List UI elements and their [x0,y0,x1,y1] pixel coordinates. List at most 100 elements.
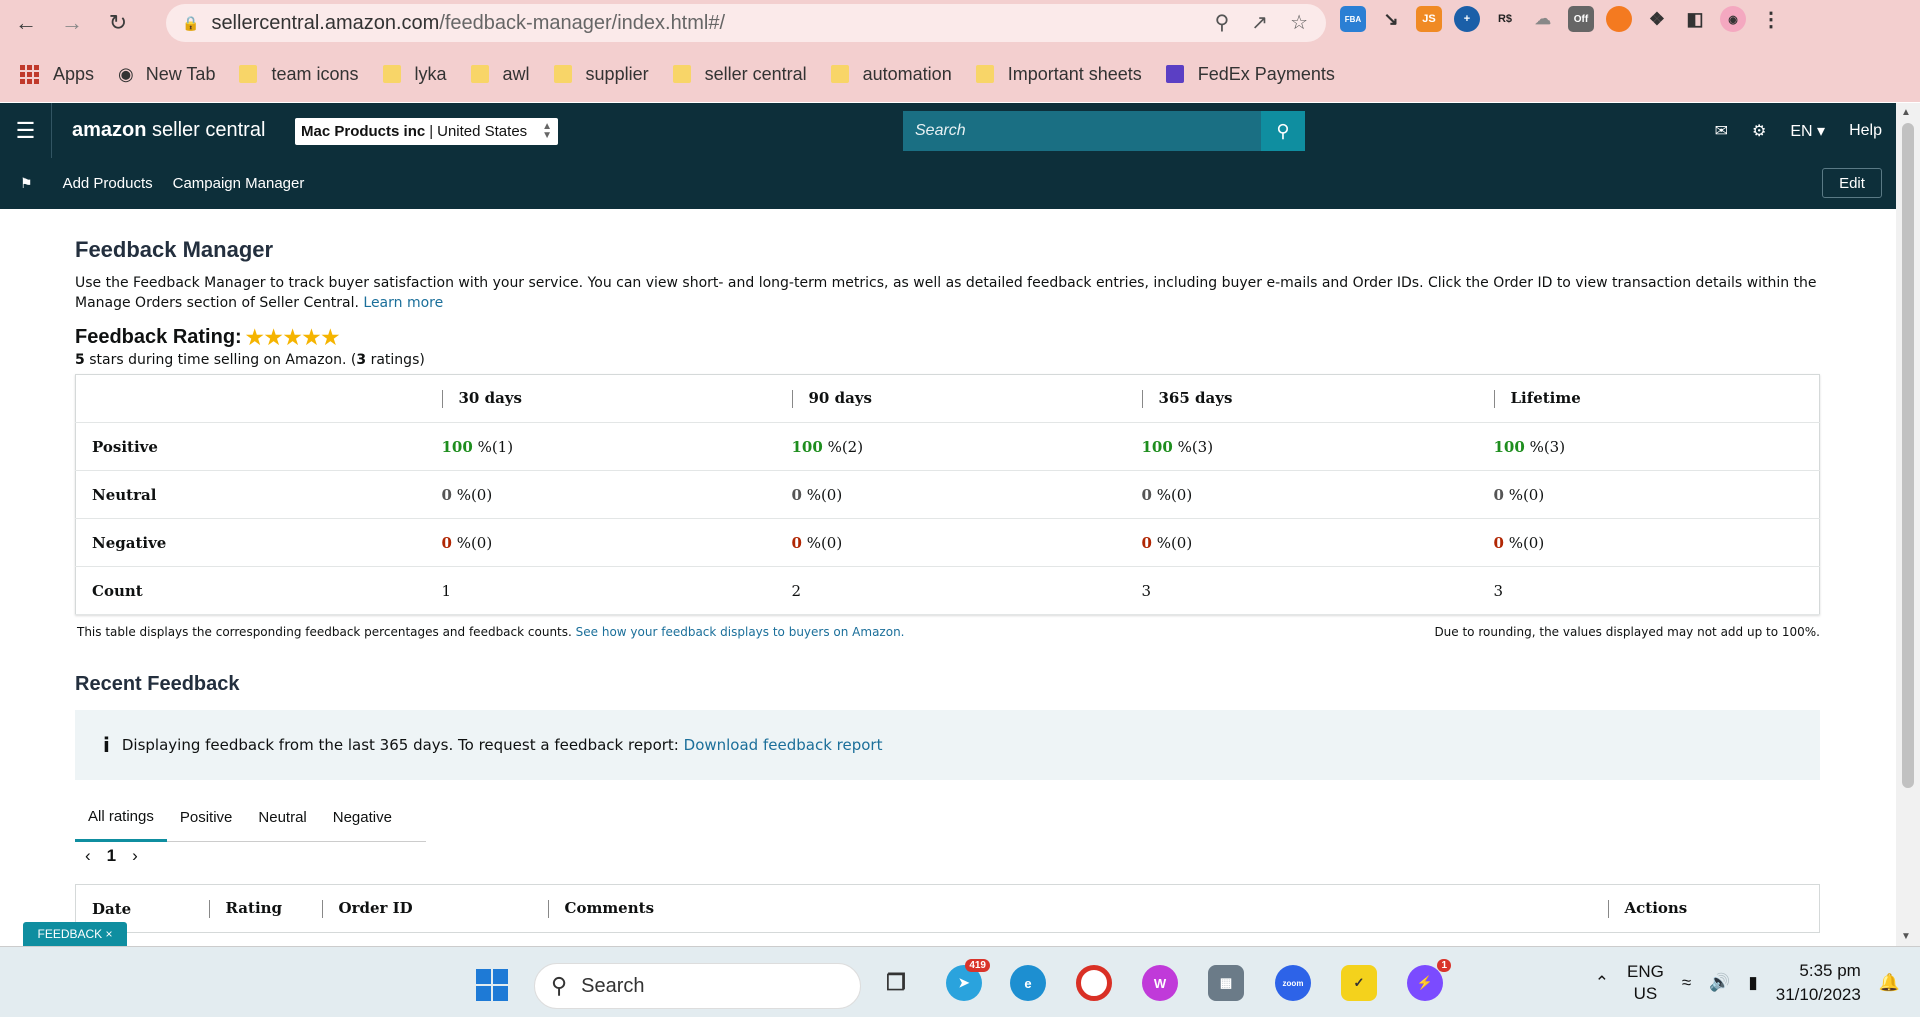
zoom-icon[interactable]: zoom [1275,965,1311,1001]
shortcut-campaign-manager[interactable]: Campaign Manager [173,175,305,192]
bookmark-folder[interactable]: supplier [553,64,649,85]
messenger-icon[interactable]: ⚡ 1 [1407,959,1451,1001]
rs-extension-icon[interactable]: R$ [1492,6,1518,32]
scrollbar-thumb[interactable] [1902,123,1914,788]
page-number[interactable]: 1 [107,846,116,866]
taskbar-search[interactable]: ⚲ Search [534,963,861,1009]
folder-icon [382,65,401,83]
feedback-rating: Feedback Rating: ★★★★★ [75,326,341,349]
bookmark-star-icon[interactable]: ☆ [1290,10,1308,35]
edit-shortcuts-button[interactable]: Edit [1822,168,1882,198]
zoom-icon[interactable]: ⚲ [1215,10,1230,35]
battery-icon[interactable]: ▮ [1748,973,1757,993]
chevron-left-icon[interactable]: ‹ [85,846,91,866]
cursor-extension-icon[interactable]: ↘ [1378,6,1404,32]
browser-menu-icon[interactable]: ⋮ [1758,6,1784,32]
gear-icon[interactable]: ⚙ [1752,121,1766,141]
search-bar[interactable]: Search ⚲ [903,111,1305,151]
table-row: Positive 100 %(1) 100 %(2) 100 %(3) 100 … [75,422,1820,471]
shortcut-bar: ⚑ Add Products Campaign Manager Edit [0,158,1896,209]
task-view-icon[interactable]: ❐ [878,965,914,1001]
tab-neutral[interactable]: Neutral [245,794,319,842]
search-icon[interactable]: ⚲ [1261,111,1305,151]
windows-start-icon[interactable] [476,969,508,1001]
bookmark-folder[interactable]: lyka [382,64,447,85]
calculator-icon[interactable]: ▦ [1208,965,1244,1001]
volume-icon[interactable]: 🔊 [1709,973,1730,993]
page-title: Feedback Manager [75,237,274,262]
bookmark-folder[interactable]: automation [830,64,952,85]
chevron-up-icon[interactable]: ⌃ [1595,973,1609,993]
folder-icon [470,65,489,83]
bookmark-folder[interactable]: Important sheets [975,64,1142,85]
wifi-icon[interactable]: ≈ [1682,973,1691,993]
rating-summary: 5 stars during time selling on Amazon. (… [75,352,425,368]
side-panel-icon[interactable]: ◧ [1682,6,1708,32]
bookmark-fedex[interactable]: FedEx Payments [1165,64,1335,85]
orange-extension-icon[interactable] [1606,6,1632,32]
feedback-summary-table: 30 days 90 days 365 days Lifetime Positi… [75,374,1820,615]
edge-icon[interactable]: e [1010,965,1046,1001]
forward-icon[interactable]: → [52,3,92,43]
language-selector[interactable]: EN ▾ [1790,121,1825,141]
help-link[interactable]: Help [1849,122,1882,140]
bookmark-folder[interactable]: seller central [672,64,807,85]
tab-negative[interactable]: Negative [320,794,405,842]
feedback-display-link[interactable]: See how your feedback displays to buyers… [576,625,905,639]
system-clock[interactable]: 5:35 pm 31/10/2023 [1776,959,1861,1007]
folder-icon [830,65,849,83]
off-extension-icon[interactable]: Off [1568,6,1594,32]
tab-positive[interactable]: Positive [167,794,246,842]
info-icon: i [103,733,110,757]
search-input[interactable]: Search [915,122,1261,140]
bookmark-new-tab[interactable]: ◉ New Tab [118,64,215,85]
page-scrollbar[interactable]: ▲ ▼ [1896,103,1920,946]
js-extension-icon[interactable]: JS [1416,6,1442,32]
table-row: Neutral 0 %(0) 0 %(0) 0 %(0) 0 %(0) [75,470,1820,519]
chevron-right-icon[interactable]: › [132,846,138,866]
seller-central-header: ☰ amazon seller central Mac Products inc… [0,103,1896,158]
scroll-up-icon[interactable]: ▲ [1901,107,1911,118]
download-report-link[interactable]: Download feedback report [684,736,883,754]
chrome-icon[interactable] [1076,965,1112,1001]
scroll-down-icon[interactable]: ▼ [1901,931,1911,942]
shortcut-add-products[interactable]: Add Products [63,175,153,192]
apps-grid-icon [20,64,39,84]
bookmarks-bar: Apps ◉ New Tab team icons lyka awl suppli… [0,46,1920,102]
bookmark-apps[interactable]: Apps [20,64,94,85]
search-icon: ⚲ [551,973,568,998]
recent-feedback-table: Date Rating Order ID Comments Actions [75,884,1820,933]
sticky-notes-icon[interactable]: ✓ [1341,965,1377,1001]
globe-icon: ◉ [118,63,134,84]
hamburger-menu-icon[interactable]: ☰ [0,103,52,158]
learn-more-link[interactable]: Learn more [363,295,443,311]
table-header-row: Date Rating Order ID Comments Actions [92,899,1688,918]
fba-extension-icon[interactable]: FBA [1340,6,1366,32]
telegram-icon[interactable]: ➤ 419 [946,959,990,1001]
account-switcher[interactable]: Mac Products inc | United States ▲ ▼ [295,118,558,145]
tab-all-ratings[interactable]: All ratings [75,794,167,842]
feedback-widget-button[interactable]: FEEDBACK × [23,922,127,946]
bookmark-folder[interactable]: team icons [239,64,359,85]
seller-central-logo[interactable]: amazon seller central [72,119,265,142]
profile-avatar[interactable]: ◉ [1720,6,1746,32]
bookmark-folder[interactable]: awl [470,64,530,85]
lock-icon: 🔒 [182,14,200,31]
table-row: Negative 0 %(0) 0 %(0) 0 %(0) 0 %(0) [75,518,1820,567]
mail-icon[interactable]: ✉ [1715,121,1728,141]
cloud-extension-icon[interactable]: ☁ [1530,6,1556,32]
wps-icon[interactable]: W [1142,965,1178,1001]
plus-extension-icon[interactable]: + [1454,6,1480,32]
extensions-puzzle-icon[interactable]: ❖ [1644,6,1670,32]
bookmark-icon[interactable]: ⚑ [20,175,33,192]
rating-tabs: All ratings Positive Neutral Negative [75,794,426,842]
reload-icon[interactable]: ↻ [98,3,138,43]
share-icon[interactable]: ↗ [1251,10,1268,35]
recent-feedback-title: Recent Feedback [75,673,240,695]
back-icon[interactable]: ← [6,3,46,43]
switcher-arrows-icon: ▲ ▼ [542,121,552,141]
address-bar[interactable]: 🔒 sellercentral.amazon.com/feedback-mana… [166,4,1326,42]
language-indicator[interactable]: ENG US [1627,961,1664,1005]
table-row: Count 1 2 3 3 [75,566,1820,615]
notification-bell-icon[interactable]: 🔔 [1879,973,1900,993]
